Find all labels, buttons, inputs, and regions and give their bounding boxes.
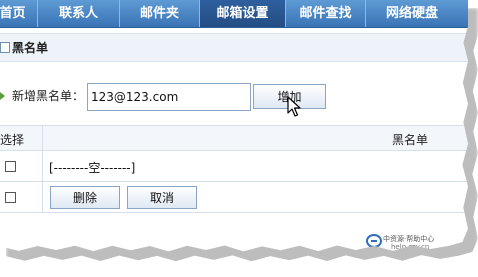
cancel-button[interactable]: 取消	[127, 186, 197, 209]
screenshot-paper: 首页 联系人 邮件夹 邮箱设置 邮件查找 网络硬盘 黑名单 新增黑名单： 增加 …	[0, 0, 468, 252]
section-header: 黑名单	[0, 33, 468, 62]
table-actions-row: 删除 取消	[0, 182, 468, 213]
add-blacklist-label: 新增黑名单：	[12, 89, 85, 103]
blacklist-table: 选择 黑名单 [--------空-------] 删除 取消	[0, 125, 468, 213]
select-all-checkbox[interactable]	[5, 192, 16, 203]
mouse-cursor-icon	[287, 96, 301, 117]
column-divider	[42, 126, 43, 150]
column-divider	[42, 151, 43, 181]
tab-home[interactable]: 首页	[0, 0, 38, 27]
tab-mail-search[interactable]: 邮件查找	[286, 0, 366, 27]
row-checkbox[interactable]	[5, 161, 16, 172]
tab-mailbox-settings[interactable]: 邮箱设置	[200, 0, 286, 27]
tab-network-drive[interactable]: 网络硬盘	[366, 0, 458, 27]
section-title: 黑名单	[12, 41, 49, 55]
section-icon	[0, 42, 10, 53]
delete-button[interactable]: 删除	[50, 186, 120, 209]
zzy-logo-icon	[366, 234, 382, 248]
table-header-row: 选择 黑名单	[0, 125, 468, 151]
blacklist-email-input[interactable]	[87, 83, 251, 111]
arrow-bullet-icon	[0, 92, 5, 100]
main-nav: 首页 联系人 邮件夹 邮箱设置 邮件查找 网络硬盘	[0, 0, 468, 28]
header-blacklist: 黑名单	[392, 133, 429, 147]
header-select: 选择	[0, 133, 25, 147]
empty-list-text: [--------空-------]	[49, 161, 136, 175]
table-row: [--------空-------]	[0, 151, 468, 182]
column-divider	[42, 182, 43, 212]
tab-mail-folders[interactable]: 邮件夹	[120, 0, 200, 27]
tab-contacts[interactable]: 联系人	[38, 0, 120, 27]
